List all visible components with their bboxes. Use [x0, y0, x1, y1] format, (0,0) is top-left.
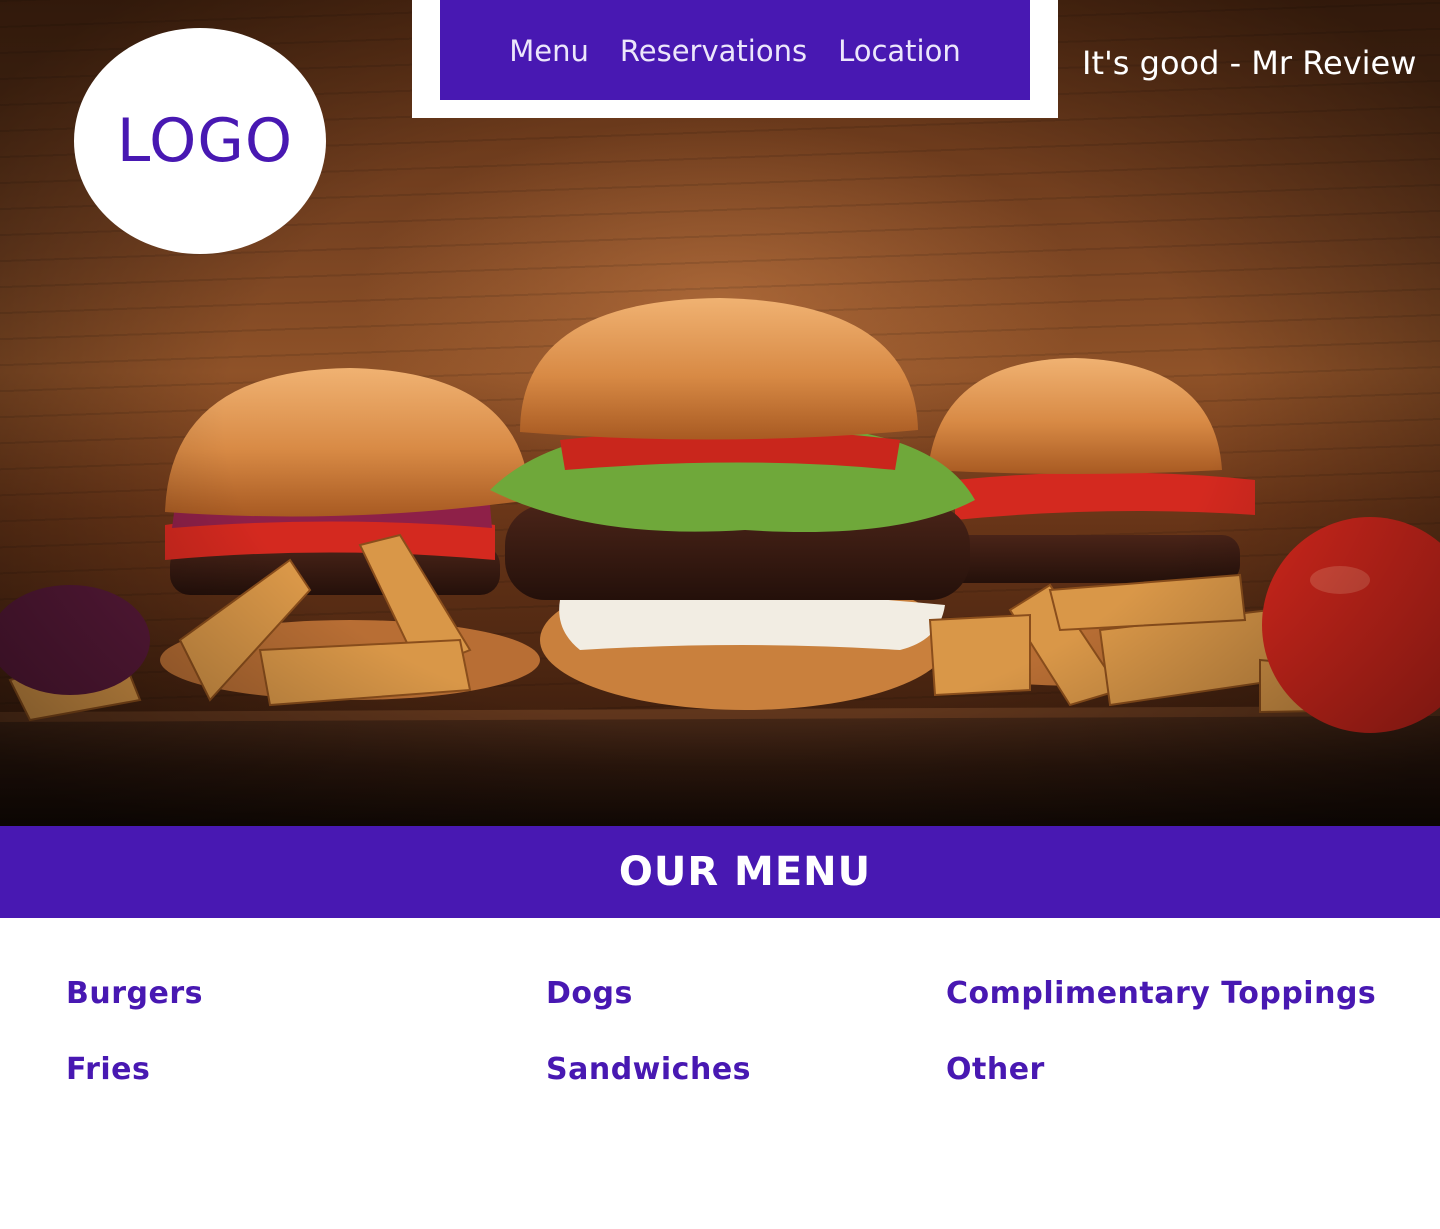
- review-quote: It's good - Mr Review: [1082, 44, 1417, 82]
- nav-link-location[interactable]: Location: [838, 34, 961, 68]
- logo-text: LOGO: [116, 106, 294, 176]
- category-other[interactable]: Other: [946, 1052, 1045, 1087]
- nav-link-menu[interactable]: Menu: [509, 34, 589, 68]
- category-burgers[interactable]: Burgers: [66, 976, 203, 1011]
- menu-section-header: OUR MENU: [0, 826, 1440, 918]
- category-fries[interactable]: Fries: [66, 1052, 150, 1087]
- main-navigation: Menu Reservations Location: [440, 0, 1030, 100]
- logo-badge[interactable]: LOGO: [74, 28, 326, 254]
- nav-link-reservations[interactable]: Reservations: [620, 34, 807, 68]
- nav-frame: Menu Reservations Location: [412, 0, 1058, 118]
- category-sandwiches[interactable]: Sandwiches: [546, 1052, 751, 1087]
- category-complimentary-toppings[interactable]: Complimentary Toppings: [946, 976, 1376, 1011]
- menu-section-title: OUR MENU: [618, 849, 872, 895]
- category-dogs[interactable]: Dogs: [546, 976, 633, 1011]
